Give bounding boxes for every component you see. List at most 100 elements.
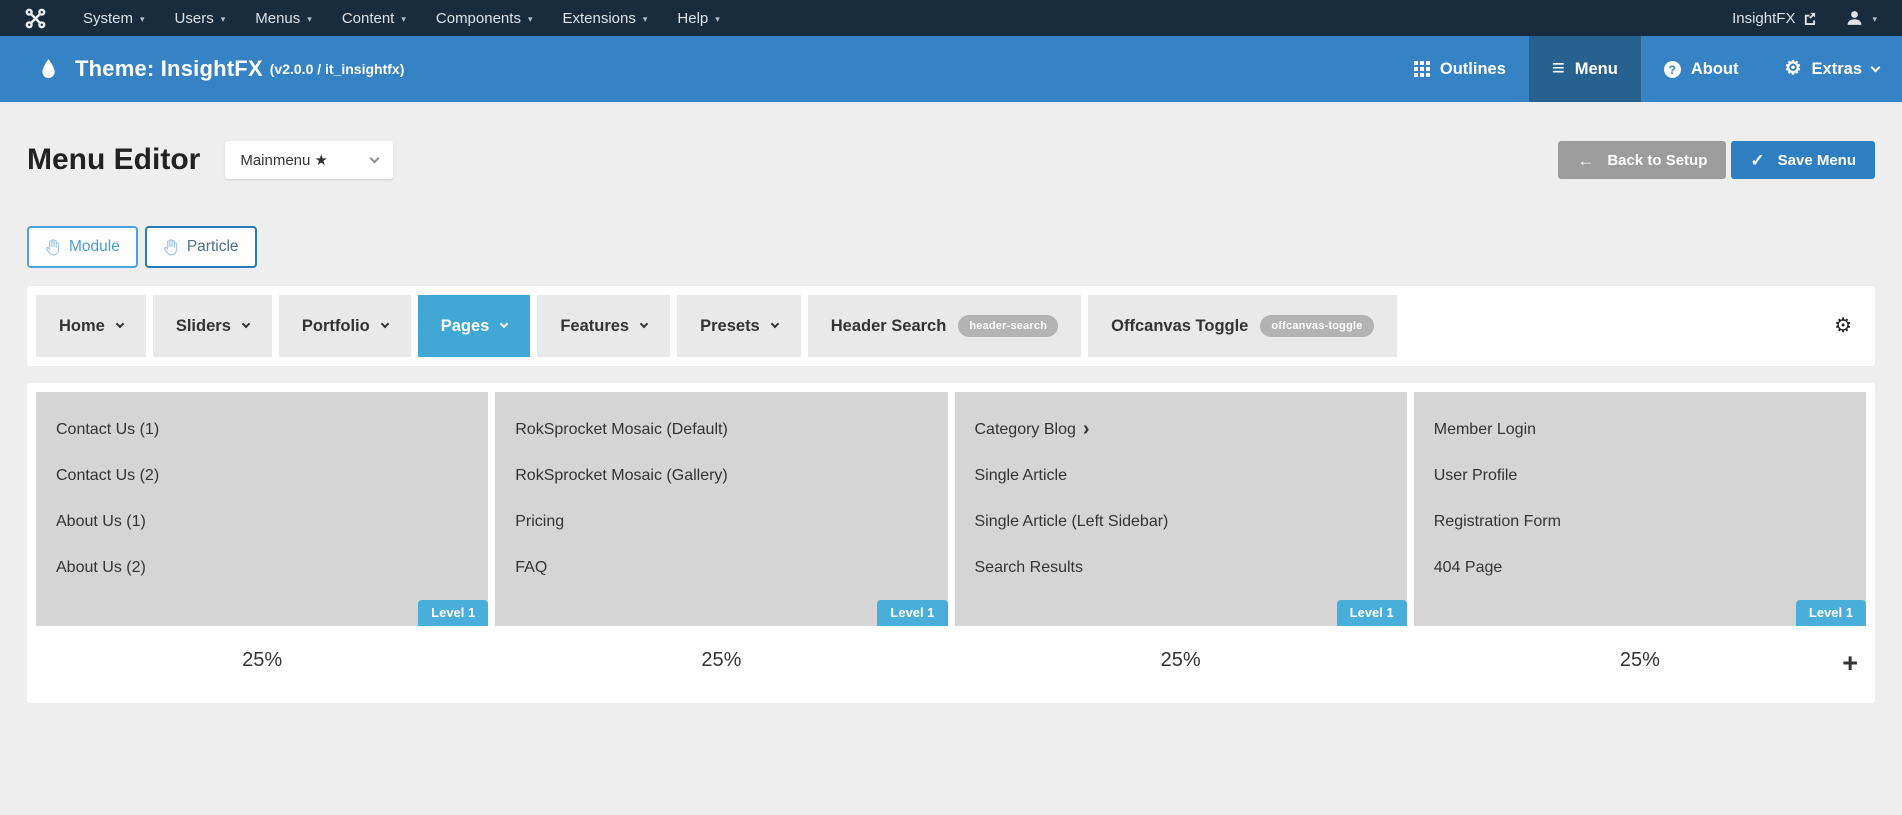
column-width-label: 25% xyxy=(495,626,947,694)
admin-menu-system[interactable]: System ▾ xyxy=(68,0,160,36)
chevron-down-icon xyxy=(380,320,388,328)
admin-menu-extensions[interactable]: Extensions▾ xyxy=(547,0,662,36)
admin-top-bar: System▾Users▾Menus▾Content▾Components▾Ex… xyxy=(0,0,1902,36)
level-badge: Level 1 xyxy=(1796,600,1866,626)
menu-item-label: Contact Us (1) xyxy=(56,421,159,439)
menu-item-label: 404 Page xyxy=(1434,559,1503,577)
site-preview-label: InsightFX xyxy=(1732,10,1795,27)
chevron-down-icon: ▾ xyxy=(1872,14,1877,25)
menu-level-panel[interactable]: RokSprocket Mosaic (Default)RokSprocket … xyxy=(495,392,947,626)
menu-item-pricing[interactable]: Pricing xyxy=(515,499,947,545)
tab-header-search[interactable]: Header Searchheader-search xyxy=(808,295,1081,357)
admin-menu-label: System xyxy=(83,10,133,27)
menu-item-contact-us-2[interactable]: Contact Us (2) xyxy=(56,453,488,499)
menu-item-search-results[interactable]: Search Results xyxy=(975,545,1407,591)
admin-menu-label: Users xyxy=(175,10,214,27)
menu-item-member-login[interactable]: Member Login xyxy=(1434,407,1866,453)
question-icon: ? xyxy=(1664,60,1681,79)
menu-item-faq[interactable]: FAQ xyxy=(515,545,947,591)
tab-offcanvas-toggle[interactable]: Offcanvas Toggle offcanvas-toggle xyxy=(1088,295,1396,357)
tab-sliders[interactable]: Sliders xyxy=(153,295,272,357)
admin-menu-components[interactable]: Components▾ xyxy=(421,0,548,36)
menu-item-single-article[interactable]: Single Article xyxy=(975,453,1407,499)
tab-presets[interactable]: Presets xyxy=(677,295,801,357)
theme-nav-label: About xyxy=(1691,60,1739,79)
admin-menu-users[interactable]: Users▾ xyxy=(160,0,241,36)
theme-title: Theme: InsightFX xyxy=(75,56,263,82)
menu-item-registration-form[interactable]: Registration Form xyxy=(1434,499,1866,545)
particle-drag-button[interactable]: Particle xyxy=(145,226,257,268)
chevron-down-icon xyxy=(1871,62,1881,72)
tab-label: Portfolio xyxy=(302,317,370,336)
level-badge: Level 1 xyxy=(877,600,947,626)
menu-level-panel[interactable]: Member Login User ProfileRegistration For… xyxy=(1414,392,1866,626)
settings-gear-icon[interactable]: ⚙ xyxy=(1834,316,1852,336)
chevron-down-icon: ▾ xyxy=(140,14,145,25)
tab-label: Presets xyxy=(700,317,760,336)
theme-nav-about[interactable]: ? About xyxy=(1641,36,1762,102)
menu-item-about-us-1[interactable]: About Us (1) xyxy=(56,499,488,545)
theme-nav-menu[interactable]: ≡Menu xyxy=(1529,36,1641,102)
droplet-icon xyxy=(40,58,57,81)
theme-nav-extras[interactable]: ⚙Extras xyxy=(1762,36,1902,102)
admin-menu-content[interactable]: Content▾ xyxy=(327,0,421,36)
chevron-down-icon xyxy=(640,320,648,328)
column-width-label: 25% xyxy=(36,626,488,694)
drag-hand-icon xyxy=(45,239,60,256)
level-badge: Level 1 xyxy=(1337,600,1407,626)
menu-item-label: Single Article (Left Sidebar) xyxy=(975,513,1169,531)
drag-hand-icon xyxy=(163,239,178,256)
joomla-logo-icon[interactable] xyxy=(25,8,46,29)
admin-menu-label: Extensions xyxy=(562,10,635,27)
menu-item-category-blog[interactable]: Category Blog› xyxy=(975,407,1407,453)
menu-item-about-us-2[interactable]: About Us (2) xyxy=(56,545,488,591)
add-column-button[interactable]: + xyxy=(1842,650,1858,677)
menu-item-contact-us-1[interactable]: Contact Us (1) xyxy=(56,407,488,453)
module-drag-button[interactable]: Module xyxy=(27,226,138,268)
tab-label: Offcanvas Toggle xyxy=(1111,317,1248,336)
menu-columns-container: Contact Us (1) Contact Us (2)About Us (1)… xyxy=(27,383,1875,703)
menu-item-404-page[interactable]: 404 Page xyxy=(1434,545,1866,591)
menu-item-roksprocket-mosaic-default[interactable]: RokSprocket Mosaic (Default) xyxy=(515,407,947,453)
column-width-label: 25% xyxy=(955,626,1407,694)
menu-item-roksprocket-mosaic-gallery[interactable]: RokSprocket Mosaic (Gallery) xyxy=(515,453,947,499)
save-menu-button[interactable]: ✓ Save Menu xyxy=(1731,141,1875,179)
admin-menu-help[interactable]: Help▾ xyxy=(662,0,734,36)
menu-item-label: Category Blog xyxy=(975,421,1076,439)
tab-particle-badge: offcanvas-toggle xyxy=(1260,315,1373,337)
theme-nav-outlines[interactable]: Outlines xyxy=(1391,36,1529,102)
menu-item-label: Single Article xyxy=(975,467,1068,485)
menu-item-label: FAQ xyxy=(515,559,547,577)
level-badge: Level 1 xyxy=(418,600,488,626)
menu-level-panel[interactable]: Contact Us (1) Contact Us (2)About Us (1)… xyxy=(36,392,488,626)
menu-select-dropdown[interactable]: Mainmenu ★ xyxy=(225,141,393,179)
menu-tab-bar: Home Sliders Portfolio Pages Features Presets… xyxy=(27,286,1875,366)
chevron-down-icon xyxy=(242,320,250,328)
back-to-setup-button[interactable]: ← Back to Setup xyxy=(1558,141,1726,179)
tab-home[interactable]: Home xyxy=(36,295,146,357)
chevron-down-icon xyxy=(500,320,508,328)
menu-column-2: RokSprocket Mosaic (Default)RokSprocket … xyxy=(495,392,947,694)
admin-menu-menus[interactable]: Menus▾ xyxy=(240,0,327,36)
theme-nav-label: Extras xyxy=(1812,60,1862,79)
tab-features[interactable]: Features xyxy=(537,295,670,357)
menu-item-single-article-left-sidebar[interactable]: Single Article (Left Sidebar) xyxy=(975,499,1407,545)
menu-item-label: Pricing xyxy=(515,513,564,531)
admin-menu-label: Help xyxy=(677,10,708,27)
menu-item-user-profile[interactable]: User Profile xyxy=(1434,453,1866,499)
tab-portfolio[interactable]: Portfolio xyxy=(279,295,411,357)
menu-level-panel[interactable]: Category Blog› Single Article Single Artic… xyxy=(955,392,1407,626)
tab-pages[interactable]: Pages xyxy=(418,295,531,357)
site-preview-link[interactable]: InsightFX xyxy=(1732,10,1816,27)
admin-menu-nav: System▾Users▾Menus▾Content▾Components▾Ex… xyxy=(68,0,735,36)
tab-label: Home xyxy=(59,317,105,336)
external-link-icon xyxy=(1803,12,1816,25)
menu-icon: ≡ xyxy=(1552,58,1565,81)
menu-item-label: Member Login xyxy=(1434,421,1536,439)
menu-select-value: Mainmenu ★ xyxy=(240,151,328,169)
theme-version: (v2.0.0 / it_insightfx) xyxy=(270,61,405,77)
user-menu[interactable]: ▾ xyxy=(1846,10,1877,26)
tab-particle-badge: header-search xyxy=(958,315,1058,337)
tab-label: Features xyxy=(560,317,629,336)
chevron-down-icon xyxy=(370,153,380,163)
